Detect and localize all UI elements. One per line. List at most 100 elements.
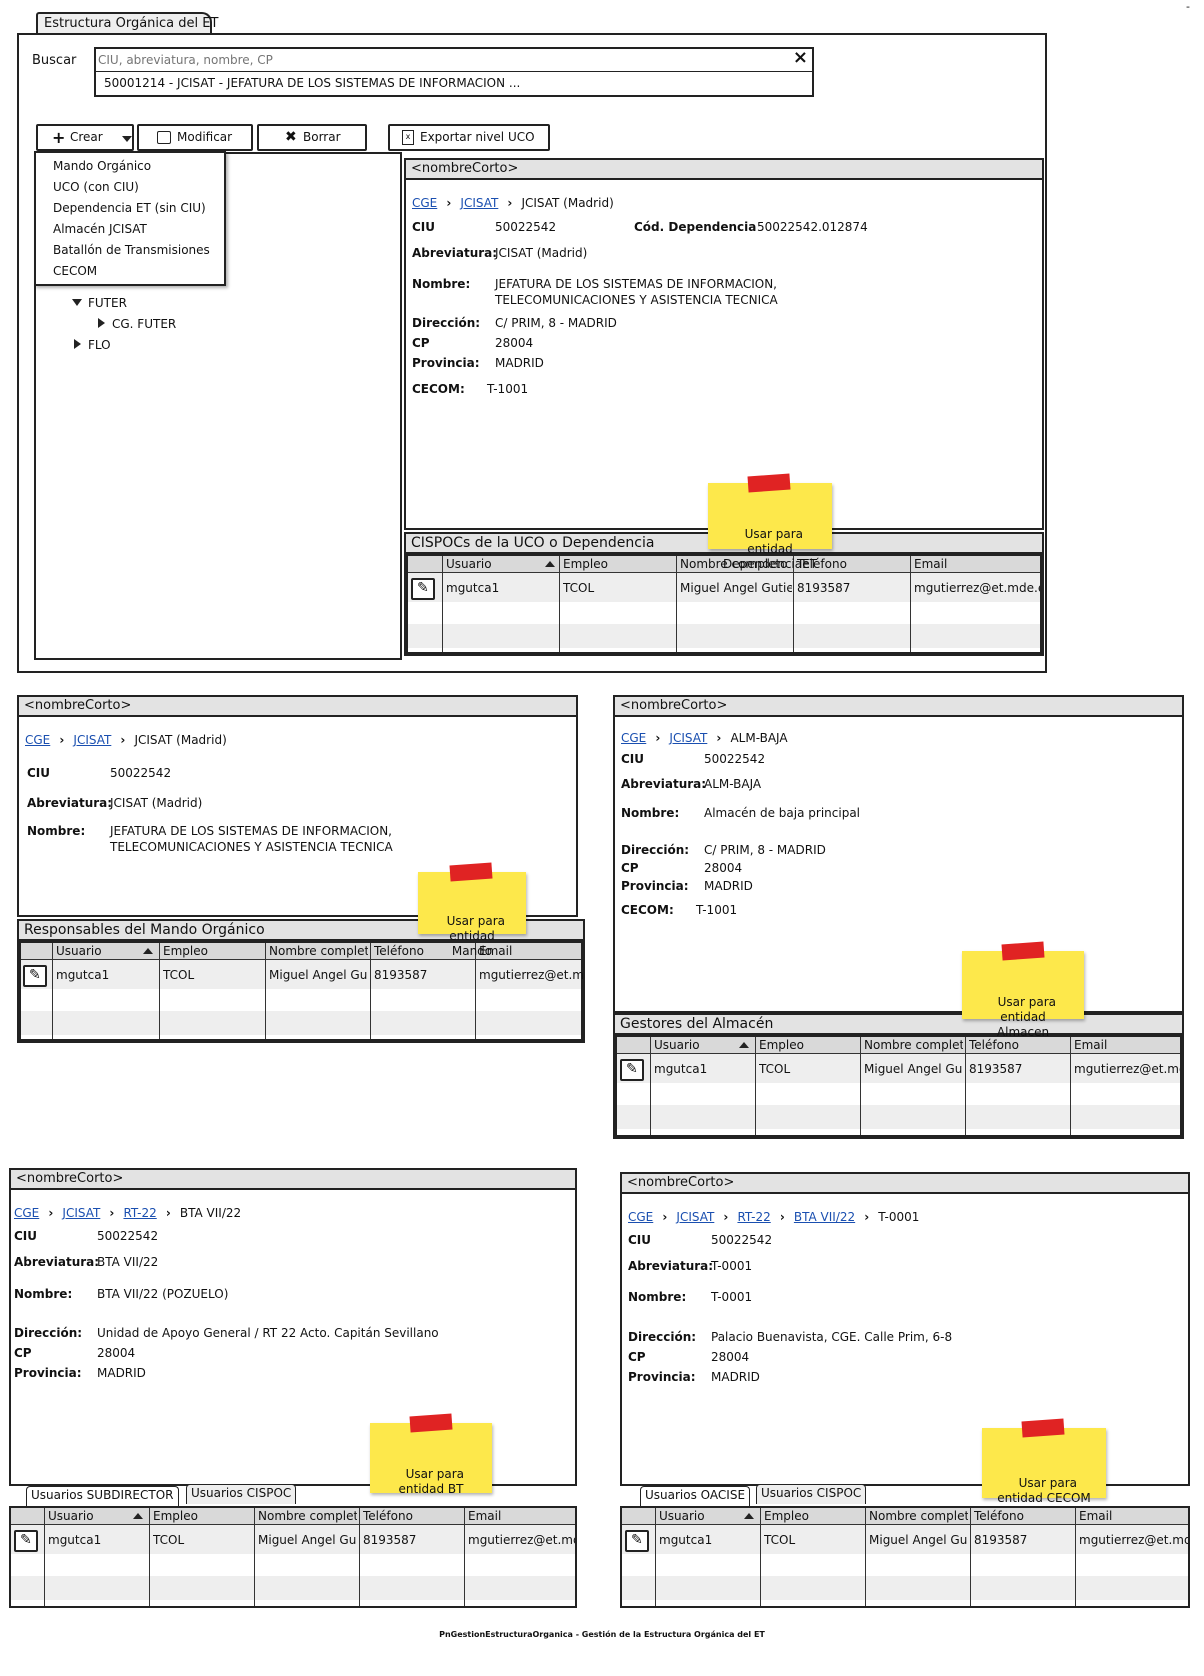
tab-usuarios-cispoc[interactable]: Usuarios CISPOC <box>756 1484 867 1504</box>
collapse-icon[interactable] <box>74 339 81 349</box>
borrar-button[interactable]: ✖ Borrar <box>257 124 367 151</box>
col-empleo[interactable]: Empleo <box>153 1509 252 1523</box>
sort-asc-icon[interactable] <box>739 1042 749 1048</box>
abrev-value: BTA VII/22 <box>97 1255 159 1269</box>
cell-email: mgutierrez@et.mde.es <box>914 581 1040 595</box>
breadcrumb-link[interactable]: RT-22 <box>123 1206 156 1220</box>
col-empleo[interactable]: Empleo <box>759 1038 858 1052</box>
expand-icon[interactable] <box>72 299 82 306</box>
menu-item-uco[interactable]: UCO (con CIU) <box>53 180 139 194</box>
col-email[interactable]: Email <box>468 1509 575 1523</box>
col-usuario[interactable]: Usuario <box>56 944 102 958</box>
collapse-icon[interactable] <box>98 318 105 328</box>
edit-row-button[interactable]: ✎ <box>14 1530 38 1552</box>
col-telefono[interactable]: Teléfono <box>969 1038 1068 1052</box>
abrev-label: Abreviatura: <box>621 777 707 791</box>
user-table: Usuario Empleo Nombre completo Teléfono … <box>9 1506 577 1608</box>
col-usuario[interactable]: Usuario <box>446 557 492 571</box>
provincia-value: MADRID <box>97 1366 146 1380</box>
window-tab[interactable]: Estructura Orgánica del ET <box>36 12 218 34</box>
sort-asc-icon[interactable] <box>545 561 555 567</box>
crear-menu: Mando Orgánico UCO (con CIU) Dependencia… <box>34 151 226 286</box>
close-icon[interactable]: × <box>793 47 808 68</box>
corner-mark: - <box>1186 0 1190 13</box>
edit-row-button[interactable]: ✎ <box>625 1530 649 1552</box>
search-result-item[interactable]: 50001214 - JCISAT - JEFATURA DE LOS SIST… <box>96 71 812 95</box>
chevron-right-icon: › <box>48 1206 54 1220</box>
edit-row-button[interactable]: ✎ <box>411 578 435 600</box>
nombre-label: Nombre: <box>27 824 86 838</box>
search-box: × 50001214 - JCISAT - JEFATURA DE LOS SI… <box>94 47 814 97</box>
col-empleo[interactable]: Empleo <box>163 944 263 958</box>
chevron-right-icon: › <box>59 733 65 747</box>
breadcrumb-link[interactable]: JCISAT <box>460 196 498 210</box>
sort-asc-icon[interactable] <box>744 1513 754 1519</box>
col-email[interactable]: Email <box>914 557 1040 571</box>
col-usuario[interactable]: Usuario <box>659 1509 705 1523</box>
breadcrumb-link[interactable]: JCISAT <box>73 733 111 747</box>
search-input[interactable] <box>98 51 778 69</box>
cell-empleo: TCOL <box>163 968 195 982</box>
breadcrumb-link[interactable]: JCISAT <box>676 1210 714 1224</box>
tab-usuarios-subdirector[interactable]: Usuarios SUBDIRECTOR <box>26 1486 179 1506</box>
cod-dep-label: Cód. Dependencia <box>634 220 757 234</box>
col-empleo[interactable]: Empleo <box>764 1509 863 1523</box>
breadcrumb-link[interactable]: JCISAT <box>62 1206 100 1220</box>
pencil-icon: ✎ <box>29 967 41 983</box>
col-nombre[interactable]: Nombre completo <box>269 944 368 958</box>
col-usuario[interactable]: Usuario <box>48 1509 94 1523</box>
cell-telefono: 8193587 <box>969 1062 1023 1076</box>
sort-asc-icon[interactable] <box>133 1513 143 1519</box>
col-email[interactable]: Email <box>1079 1509 1188 1523</box>
col-nombre[interactable]: Nombre completo <box>869 1509 968 1523</box>
col-nombre[interactable]: Nombre completo <box>864 1038 963 1052</box>
breadcrumb-link[interactable]: CGE <box>14 1206 39 1220</box>
edit-row-button[interactable]: ✎ <box>23 965 47 987</box>
direccion-value: Unidad de Apoyo General / RT 22 Acto. Ca… <box>97 1326 439 1340</box>
provincia-value: MADRID <box>704 879 753 893</box>
tab-usuarios-oacise[interactable]: Usuarios OACISE <box>640 1486 751 1506</box>
cell-telefono: 8193587 <box>974 1533 1028 1547</box>
chevron-right-icon: › <box>662 1210 668 1224</box>
ciu-value: 50022542 <box>711 1233 773 1247</box>
col-nombre[interactable]: Nombre completo <box>258 1509 357 1523</box>
direccion-label: Dirección: <box>14 1326 83 1340</box>
menu-item-dependencia[interactable]: Dependencia ET (sin CIU) <box>53 201 206 215</box>
col-telefono[interactable]: Teléfono <box>363 1509 462 1523</box>
exportar-button[interactable]: x Exportar nivel UCO <box>388 124 550 151</box>
tab-usuarios-cispoc[interactable]: Usuarios CISPOC <box>186 1484 297 1504</box>
col-empleo[interactable]: Empleo <box>563 557 673 571</box>
cell-email: mgutierrez@et.mde.es <box>1074 1062 1180 1076</box>
breadcrumb-current: ALM-BAJA <box>730 731 788 745</box>
chevron-right-icon: › <box>716 731 722 745</box>
breadcrumb-link[interactable]: RT-22 <box>737 1210 770 1224</box>
breadcrumb-link[interactable]: CGE <box>25 733 50 747</box>
cell-email: mgutierrez@et.mde.es <box>1079 1533 1188 1547</box>
col-email[interactable]: Email <box>479 944 583 958</box>
ciu-value: 50022542 <box>495 220 557 234</box>
breadcrumb-link[interactable]: BTA VII/22 <box>794 1210 855 1224</box>
pencil-icon: ✎ <box>20 1532 32 1548</box>
dropdown-arrow-icon[interactable] <box>122 136 132 142</box>
edit-row-button[interactable]: ✎ <box>620 1059 644 1081</box>
breadcrumb-link[interactable]: JCISAT <box>669 731 707 745</box>
cell-usuario: mgutca1 <box>654 1062 708 1076</box>
breadcrumb-link[interactable]: CGE <box>621 731 646 745</box>
modificar-button[interactable]: Modificar <box>137 124 253 151</box>
col-usuario[interactable]: Usuario <box>654 1038 700 1052</box>
menu-item-batallon[interactable]: Batallón de Transmisiones <box>53 243 210 257</box>
sort-asc-icon[interactable] <box>143 948 153 954</box>
breadcrumb: CGE › JCISAT › RT-22 › BTA VII/22 <box>14 1202 241 1221</box>
bt-header: <nombreCorto> <box>11 1170 575 1190</box>
breadcrumb-link[interactable]: CGE <box>412 196 437 210</box>
menu-item-cecom[interactable]: CECOM <box>53 264 97 278</box>
breadcrumb-link[interactable]: CGE <box>628 1210 653 1224</box>
crear-button[interactable]: + Crear <box>36 124 134 151</box>
sticky-note: Usar para entidad BT <box>370 1413 492 1496</box>
menu-item-almacen[interactable]: Almacén JCISAT <box>53 222 147 236</box>
nombre-value: T-0001 <box>711 1290 753 1304</box>
nombre-label: Nombre: <box>628 1290 687 1304</box>
col-email[interactable]: Email <box>1074 1038 1180 1052</box>
col-telefono[interactable]: Teléfono <box>974 1509 1073 1523</box>
menu-item-mando[interactable]: Mando Orgánico <box>53 159 151 173</box>
